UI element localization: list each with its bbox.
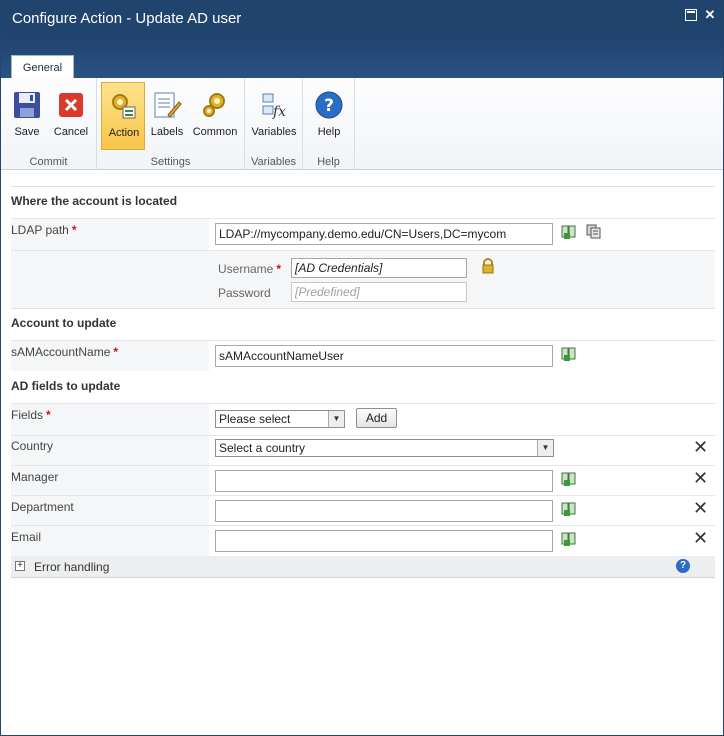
section-header-location: Where the account is located [11,194,178,208]
department-input[interactable] [215,500,553,522]
maximize-icon[interactable] [685,9,697,21]
row-email: Email ✕ [11,525,715,556]
cancel-label: Cancel [53,126,89,138]
gears-common-icon [203,93,225,117]
variables-label: Variables [251,126,297,138]
fields-select-value: Please select [219,412,291,426]
save-button[interactable]: Save [5,82,49,150]
group-label-help: Help [317,156,340,168]
add-field-button[interactable]: Add [356,408,397,428]
common-button[interactable]: Common [193,82,237,150]
svg-text:fx: fx [272,104,286,120]
insert-reference-icon[interactable] [561,501,577,517]
variables-button[interactable]: fx Variables [251,82,297,150]
common-label: Common [192,126,238,138]
row-label-cell [11,251,209,308]
username-label: Username * [218,262,281,276]
country-select-value: Select a country [219,441,306,455]
fields-label: Fields * [11,408,51,422]
ldap-path-input[interactable]: LDAP://mycompany.demo.edu/CN=Users,DC=my… [215,223,553,245]
username-label-text: Username [218,262,274,276]
close-icon[interactable]: ✕ [704,8,716,21]
ribbon-group-variables: fx Variables Variables [245,78,303,170]
required-marker: * [46,408,51,422]
cancel-icon [59,93,83,117]
password-input[interactable]: [Predefined] [291,282,467,302]
ldap-path-label-text: LDAP path [11,223,69,237]
svg-text:?: ? [324,96,334,116]
samaccountname-label-text: sAMAccountName [11,345,111,359]
tab-general[interactable]: General [11,55,74,79]
help-button[interactable]: ? Help [307,82,351,150]
fields-label-text: Fields [11,408,44,422]
chevron-down-icon: ▼ [537,440,553,456]
lock-icon[interactable] [480,258,496,274]
group-label-commit: Commit [29,156,68,168]
remove-email-icon[interactable]: ✕ [693,529,708,547]
section-header-fields: AD fields to update [11,379,121,393]
manager-label: Manager [11,470,59,484]
function-fx-icon: fx [262,93,286,120]
insert-reference-icon[interactable] [561,531,577,547]
insert-reference-icon[interactable] [561,224,577,240]
section-header-account: Account to update [11,316,117,330]
window-title: Configure Action - Update AD user [12,10,242,27]
remove-manager-icon[interactable]: ✕ [693,469,708,487]
manager-input[interactable] [215,470,553,492]
insert-reference-icon[interactable] [561,471,577,487]
department-label: Department [11,500,74,514]
email-label: Email [11,530,42,544]
labels-pencil-icon [154,92,182,118]
row-samaccountname: sAMAccountName * sAMAccountNameUser [11,340,715,371]
ldap-path-label: LDAP path * [11,223,77,237]
gears-action-icon [112,94,136,119]
country-select[interactable]: Select a country ▼ [215,439,554,457]
help-icon: ? [315,91,343,119]
labels-button[interactable]: Labels [145,82,189,150]
error-handling-bar[interactable]: + Error handling ? [11,556,715,578]
row-manager: Manager ✕ [11,465,715,495]
chevron-down-icon: ▼ [328,411,344,427]
ribbon-group-settings: Action Labels Common Settings [97,78,245,170]
group-label-settings: Settings [150,156,191,168]
row-country: Country Select a country ▼ ✕ [11,435,715,465]
ribbon: Save Cancel Commit Action Labels Common … [1,78,723,170]
expand-plus-icon[interactable]: + [15,561,25,571]
required-marker: * [71,223,77,237]
country-label: Country [11,439,54,453]
password-label: Password [218,286,271,300]
row-credentials: Username * [AD Credentials] Password [Pre… [11,250,715,308]
action-button[interactable]: Action [101,82,145,150]
remove-department-icon[interactable]: ✕ [693,499,708,517]
required-marker: * [276,262,282,276]
help-label: Help [317,126,341,138]
save-icon [14,92,40,118]
row-ldap-path: LDAP path * LDAP://mycompany.demo.edu/CN=… [11,218,715,250]
group-label-variables: Variables [250,156,297,168]
insert-reference-icon[interactable] [561,346,577,362]
samaccountname-input[interactable]: sAMAccountNameUser [215,345,553,367]
ribbon-group-help: ? Help Help [303,78,355,170]
row-department: Department ✕ [11,495,715,525]
required-marker: * [113,345,119,359]
dialog-window: Configure Action - Update AD user ✕ Gene… [0,0,724,736]
divider [11,308,715,309]
ribbon-group-commit: Save Cancel Commit [1,78,97,170]
email-input[interactable] [215,530,553,552]
divider [11,186,715,187]
samaccountname-label: sAMAccountName * [11,345,118,359]
title-bar: Configure Action - Update AD user ✕ [1,1,723,37]
cancel-button[interactable]: Cancel [49,82,93,150]
error-handling-label: Error handling [34,560,110,574]
remove-country-icon[interactable]: ✕ [693,438,708,456]
ribbon-tab-strip [1,37,723,79]
row-fields: Fields * Please select ▼ Add [11,403,715,435]
ldap-picker-icon[interactable] [586,223,602,239]
help-icon[interactable]: ? [676,559,690,573]
fields-select[interactable]: Please select ▼ [215,410,345,428]
username-input[interactable]: [AD Credentials] [291,258,467,278]
